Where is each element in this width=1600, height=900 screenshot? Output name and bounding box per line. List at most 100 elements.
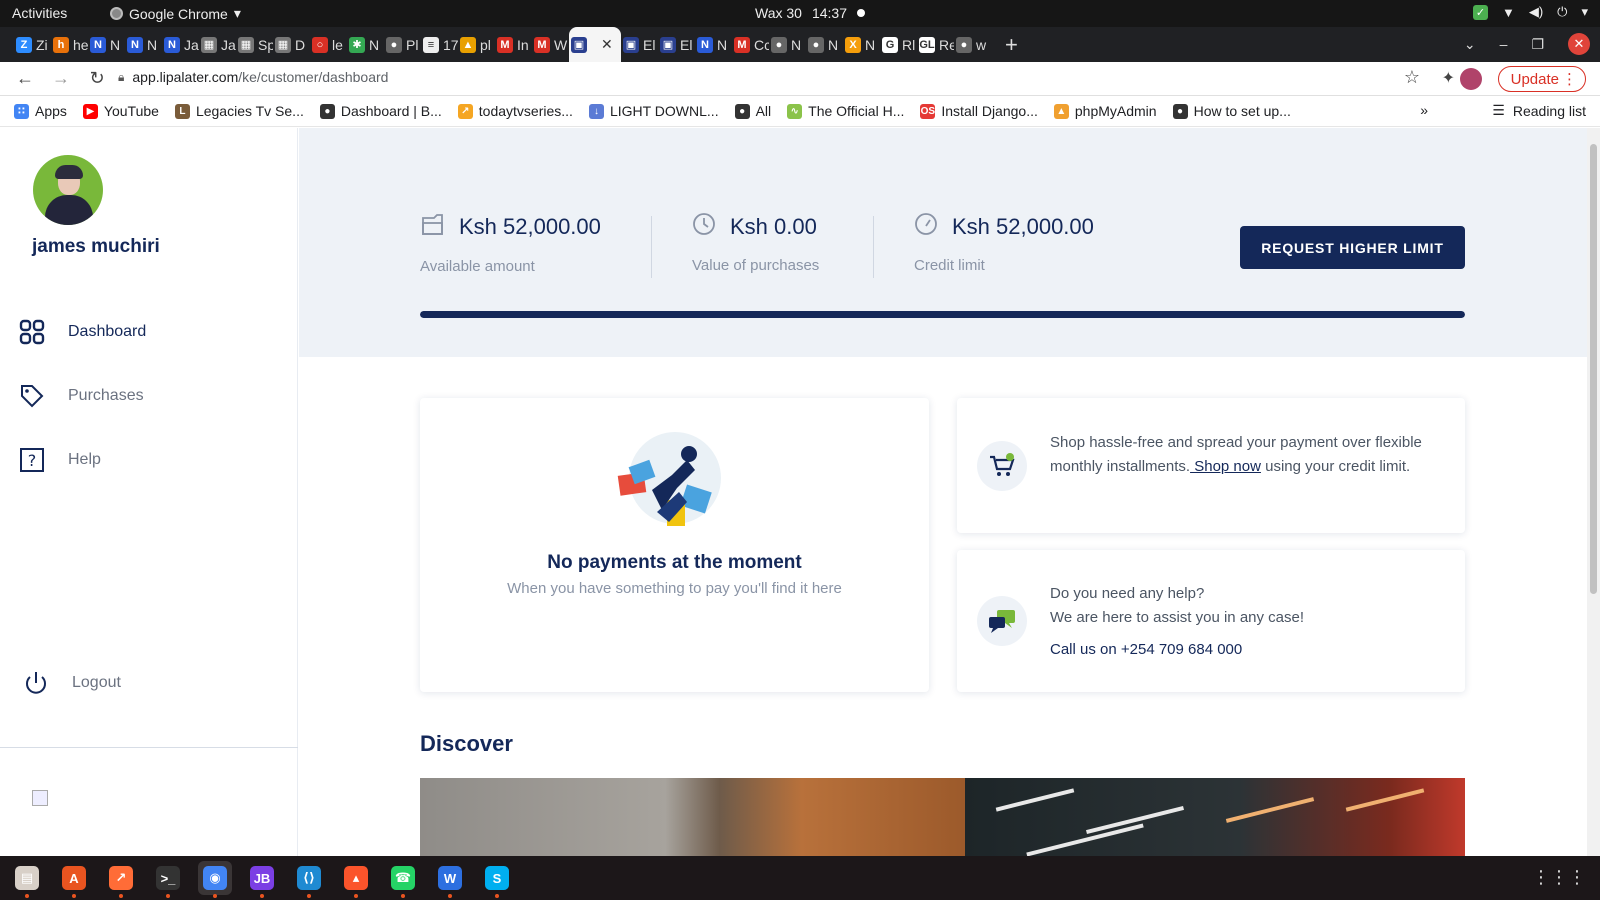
browser-tab[interactable]: NN [125,27,162,62]
sidebar-item-help[interactable]: ? Help [18,446,101,474]
jetbrains-icon[interactable]: JB [245,861,279,898]
bookmark-item[interactable]: ● How to set up... [1172,103,1291,119]
bookmark-star-icon[interactable]: ☆ [1404,67,1420,88]
tab-favicon-icon: Z [16,36,32,53]
bookmark-item[interactable]: ▲ phpMyAdmin [1053,103,1157,119]
tab-favicon-icon: ▣ [660,36,676,53]
bookmarks-overflow-icon[interactable]: » [1420,102,1428,118]
browser-tab[interactable]: ▣ El [658,27,695,62]
tab-favicon-icon: GL [919,36,935,53]
call-us-link[interactable]: Call us on +254 709 684 000 [1050,638,1429,662]
browser-tab[interactable]: ▣ ✕ [569,27,621,62]
forward-button[interactable]: → [50,68,72,89]
system-tray[interactable]: ✓ ▼ ◀) ⏻ ▾ [1472,4,1588,20]
bookmark-item[interactable]: ↗ todaytvseries... [457,103,573,119]
sidebar-item-dashboard[interactable]: Dashboard [18,318,146,346]
browser-tab[interactable]: ● N [769,27,806,62]
lock-icon[interactable]: 🔒︎ [118,70,124,85]
brave-icon[interactable]: ▴ [339,861,373,898]
whatsapp-icon[interactable]: ☎ [386,861,420,898]
browser-tab[interactable]: M In [495,27,532,62]
browser-tab[interactable]: ✱ N [347,27,384,62]
browser-tab[interactable]: GL Re [917,27,954,62]
browser-tab[interactable]: ≡ 17 [421,27,458,62]
bookmark-item[interactable]: ● All [734,103,771,119]
bookmark-item[interactable]: ● Dashboard | B... [319,103,442,119]
browser-tab[interactable]: XN [843,27,880,62]
browser-tab[interactable]: ▲ pl [458,27,495,62]
browser-tab[interactable]: N Ja [162,27,199,62]
discover-image-lights[interactable] [965,778,1465,856]
software-icon[interactable]: A [57,861,91,898]
discover-image-furniture[interactable] [420,778,965,856]
browser-tab[interactable]: h hе [51,27,88,62]
tab-favicon-icon: ▣ [571,36,587,53]
omnibox[interactable]: 🔒︎ app.lipalater.com/ke/customer/dashboa… [118,69,388,85]
scrollbar-thumb[interactable] [1590,144,1597,594]
wifi-icon[interactable]: ▼ [1502,5,1515,20]
new-tab-button[interactable]: + [1005,32,1018,58]
update-indicator-icon[interactable]: ✓ [1472,4,1488,20]
browser-tab[interactable]: ▦ Ja [199,27,236,62]
tab-title: Pl [406,36,419,53]
browser-tab[interactable]: ● N [806,27,843,62]
browser-tab[interactable]: ● w [954,27,991,62]
wps-icon[interactable]: W [433,861,467,898]
time-label: 14:37 [811,5,847,21]
postman-icon[interactable]: ↗ [104,861,138,898]
tab-title: le [332,36,343,53]
browser-tab[interactable]: NN [88,27,125,62]
page-scrollbar[interactable] [1587,128,1600,856]
update-button[interactable]: Update ⋮ [1497,66,1586,92]
extensions-icon[interactable]: ✦ [1442,68,1455,88]
chrome-icon[interactable]: ◉ [198,861,232,898]
reading-list-button[interactable]: ☰ Reading list [1492,102,1586,119]
tab-favicon-icon: ≡ [423,36,439,53]
browser-tab[interactable]: ○ le [310,27,347,62]
app-menu-label: Google Chrome [129,5,228,22]
bookmark-item[interactable]: ↓ LIGHT DOWNL... [588,103,719,119]
skype-icon[interactable]: S [480,861,514,898]
show-applications-icon[interactable]: ⋮⋮⋮ [1532,867,1586,888]
activities-button[interactable]: Activities [12,5,67,21]
browser-tab[interactable]: ▦ Sp [236,27,273,62]
tab-title: N [717,36,728,53]
payments-empty-card: No payments at the moment When you have … [420,398,929,692]
reload-button[interactable]: ↻ [86,68,108,89]
wallet-icon [420,212,445,242]
close-window-button[interactable]: ✕ [1568,33,1590,55]
bookmark-item[interactable]: L Legacies Tv Se... [174,103,304,119]
logout-button[interactable]: Logout [22,669,121,697]
browser-tab[interactable]: ▦ D [273,27,310,62]
app-menu[interactable]: Google Chrome ▾ [110,5,241,22]
volume-icon[interactable]: ◀) [1529,4,1543,20]
bookmark-item[interactable]: ▶ YouTube [82,103,159,119]
bookmark-item[interactable]: ∷ Apps [14,103,67,119]
minimize-button[interactable]: – [1500,36,1508,52]
browser-tab[interactable]: ● Pl [384,27,421,62]
shop-now-link[interactable]: Shop now [1190,458,1261,475]
bookmark-item[interactable]: ∿ The Official H... [787,103,904,119]
power-icon[interactable]: ⏻ [1557,4,1567,20]
maximize-button[interactable]: ❐ [1531,36,1544,53]
back-button[interactable]: ← [14,68,36,89]
request-higher-limit-button[interactable]: REQUEST HIGHER LIMIT [1240,226,1465,269]
stat-label: Available amount [420,258,535,275]
files-icon[interactable]: ▤ [10,861,44,898]
browser-tab[interactable]: Z Zi [14,27,51,62]
bookmark-item[interactable]: OS Install Django... [920,103,1038,119]
browser-tab[interactable]: MW [532,27,569,62]
browser-tab[interactable]: M Cc [732,27,769,62]
chevron-down-icon[interactable]: ▾ [1581,4,1588,20]
browser-tab[interactable]: G Rl [880,27,917,62]
browser-tab[interactable]: ▣ El [621,27,658,62]
browser-tab[interactable]: NN [695,27,732,62]
kebab-menu-icon[interactable]: ⋮ [1562,70,1577,88]
sidebar-item-purchases[interactable]: Purchases [18,382,144,410]
profile-avatar[interactable] [1460,68,1482,90]
close-tab-icon[interactable]: ✕ [601,36,613,53]
terminal-icon[interactable]: >_ [151,861,185,898]
vscode-icon[interactable]: ⟨⟩ [292,861,326,898]
clock[interactable]: Wax 30 14:37 [755,5,865,21]
tab-search-icon[interactable]: ⌄ [1464,36,1476,53]
